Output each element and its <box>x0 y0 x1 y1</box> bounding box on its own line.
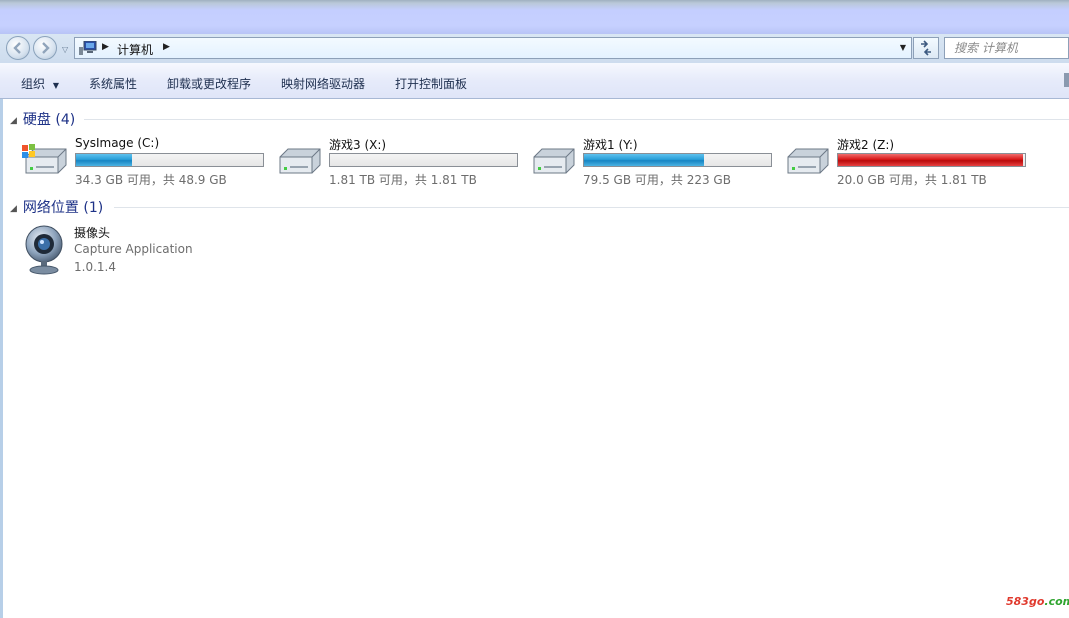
group-divider <box>114 207 1069 208</box>
view-options-button[interactable] <box>1064 73 1069 87</box>
drive-free-space: 79.5 GB 可用，共 223 GB <box>583 173 731 187</box>
drive-item[interactable]: 游戏1 (Y:) 79.5 GB 可用，共 223 GB <box>530 136 775 187</box>
drive-name: SysImage (C:) <box>75 136 160 150</box>
drive-usage-bar <box>329 153 518 167</box>
computer-icon <box>79 41 97 55</box>
back-arrow-icon <box>13 42 21 54</box>
hard-drive-icon <box>279 148 321 174</box>
drive-item[interactable]: 游戏2 (Z:) 20.0 GB 可用，共 1.81 TB <box>784 136 1029 187</box>
breadcrumb-arrow-icon[interactable]: ▶ <box>102 42 109 52</box>
drive-usage-bar <box>837 153 1026 167</box>
drive-usage-fill <box>584 154 704 166</box>
hard-drive-icon <box>533 148 575 174</box>
drive-name: 游戏2 (Z:) <box>837 138 895 152</box>
group-title: 网络位置 (1) <box>22 200 104 216</box>
open-control-panel-button[interactable]: 打开控制面板 <box>395 75 467 92</box>
windows-drive-icon <box>22 144 67 174</box>
drive-name: 游戏3 (X:) <box>329 138 387 152</box>
drive-item[interactable]: 游戏3 (X:) 1.81 TB 可用，共 1.81 TB <box>276 136 521 187</box>
forward-button[interactable] <box>33 36 57 60</box>
drive-usage-bar <box>75 153 264 167</box>
breadcrumb-computer[interactable]: 计算机 <box>117 41 153 58</box>
refresh-button[interactable] <box>913 37 939 59</box>
watermark-suffix: .com <box>1044 595 1069 608</box>
network-item-version: 1.0.1.4 <box>74 260 116 274</box>
breadcrumb-arrow-icon[interactable]: ▶ <box>163 42 170 52</box>
group-header-hard-disks[interactable]: ◢ 硬盘 (4) <box>10 109 75 129</box>
organize-menu-button[interactable]: 组织 ▼ <box>21 75 59 92</box>
webcam-icon <box>25 225 63 275</box>
drive-free-space: 34.3 GB 可用，共 48.9 GB <box>75 173 227 187</box>
group-header-network-locations[interactable]: ◢ 网络位置 (1) <box>10 197 103 217</box>
drive-usage-bar <box>583 153 772 167</box>
collapse-triangle-icon: ◢ <box>10 116 17 126</box>
drive-free-space: 20.0 GB 可用，共 1.81 TB <box>837 173 987 187</box>
hard-drive-icon <box>787 148 829 174</box>
map-network-drive-button[interactable]: 映射网络驱动器 <box>281 75 365 92</box>
drive-usage-fill <box>838 154 1024 166</box>
system-properties-button[interactable]: 系统属性 <box>89 75 137 92</box>
uninstall-program-button[interactable]: 卸载或更改程序 <box>167 75 251 92</box>
content-left-border <box>0 99 3 618</box>
network-location-webcam[interactable]: 摄像头 Capture Application 1.0.1.4 <box>22 222 242 278</box>
command-toolbar: 组织 ▼ 系统属性 卸载或更改程序 映射网络驱动器 打开控制面板 <box>0 63 1069 99</box>
search-input[interactable]: 搜索 计算机 <box>944 37 1069 59</box>
address-dropdown-icon[interactable]: ▼ <box>900 43 906 52</box>
watermark-prefix: 583go <box>1006 595 1045 608</box>
forward-arrow-icon <box>42 42 50 54</box>
network-item-name: 摄像头 <box>74 226 111 240</box>
window-title-bar <box>0 0 1069 34</box>
dropdown-arrow-icon: ▼ <box>52 81 59 90</box>
recent-pages-dropdown-icon[interactable]: ▽ <box>62 45 68 54</box>
refresh-icon <box>921 40 931 56</box>
navigation-bar: ▽ ▶ 计算机 ▶ ▼ 搜索 计算机 <box>0 34 1069 63</box>
drive-item[interactable]: SysImage (C:) 34.3 GB 可用，共 48.9 GB <box>22 136 267 187</box>
back-button[interactable] <box>6 36 30 60</box>
drive-usage-fill <box>76 154 133 166</box>
site-watermark: 583go.com <box>1006 595 1069 608</box>
organize-label: 组织 <box>21 77 46 91</box>
group-title: 硬盘 (4) <box>22 112 76 128</box>
network-item-type: Capture Application <box>74 242 193 256</box>
group-divider <box>84 119 1069 120</box>
drive-name: 游戏1 (Y:) <box>583 138 638 152</box>
collapse-triangle-icon: ◢ <box>10 204 17 214</box>
drive-free-space: 1.81 TB 可用，共 1.81 TB <box>329 173 477 187</box>
address-bar[interactable]: ▶ 计算机 ▶ ▼ <box>74 37 912 59</box>
